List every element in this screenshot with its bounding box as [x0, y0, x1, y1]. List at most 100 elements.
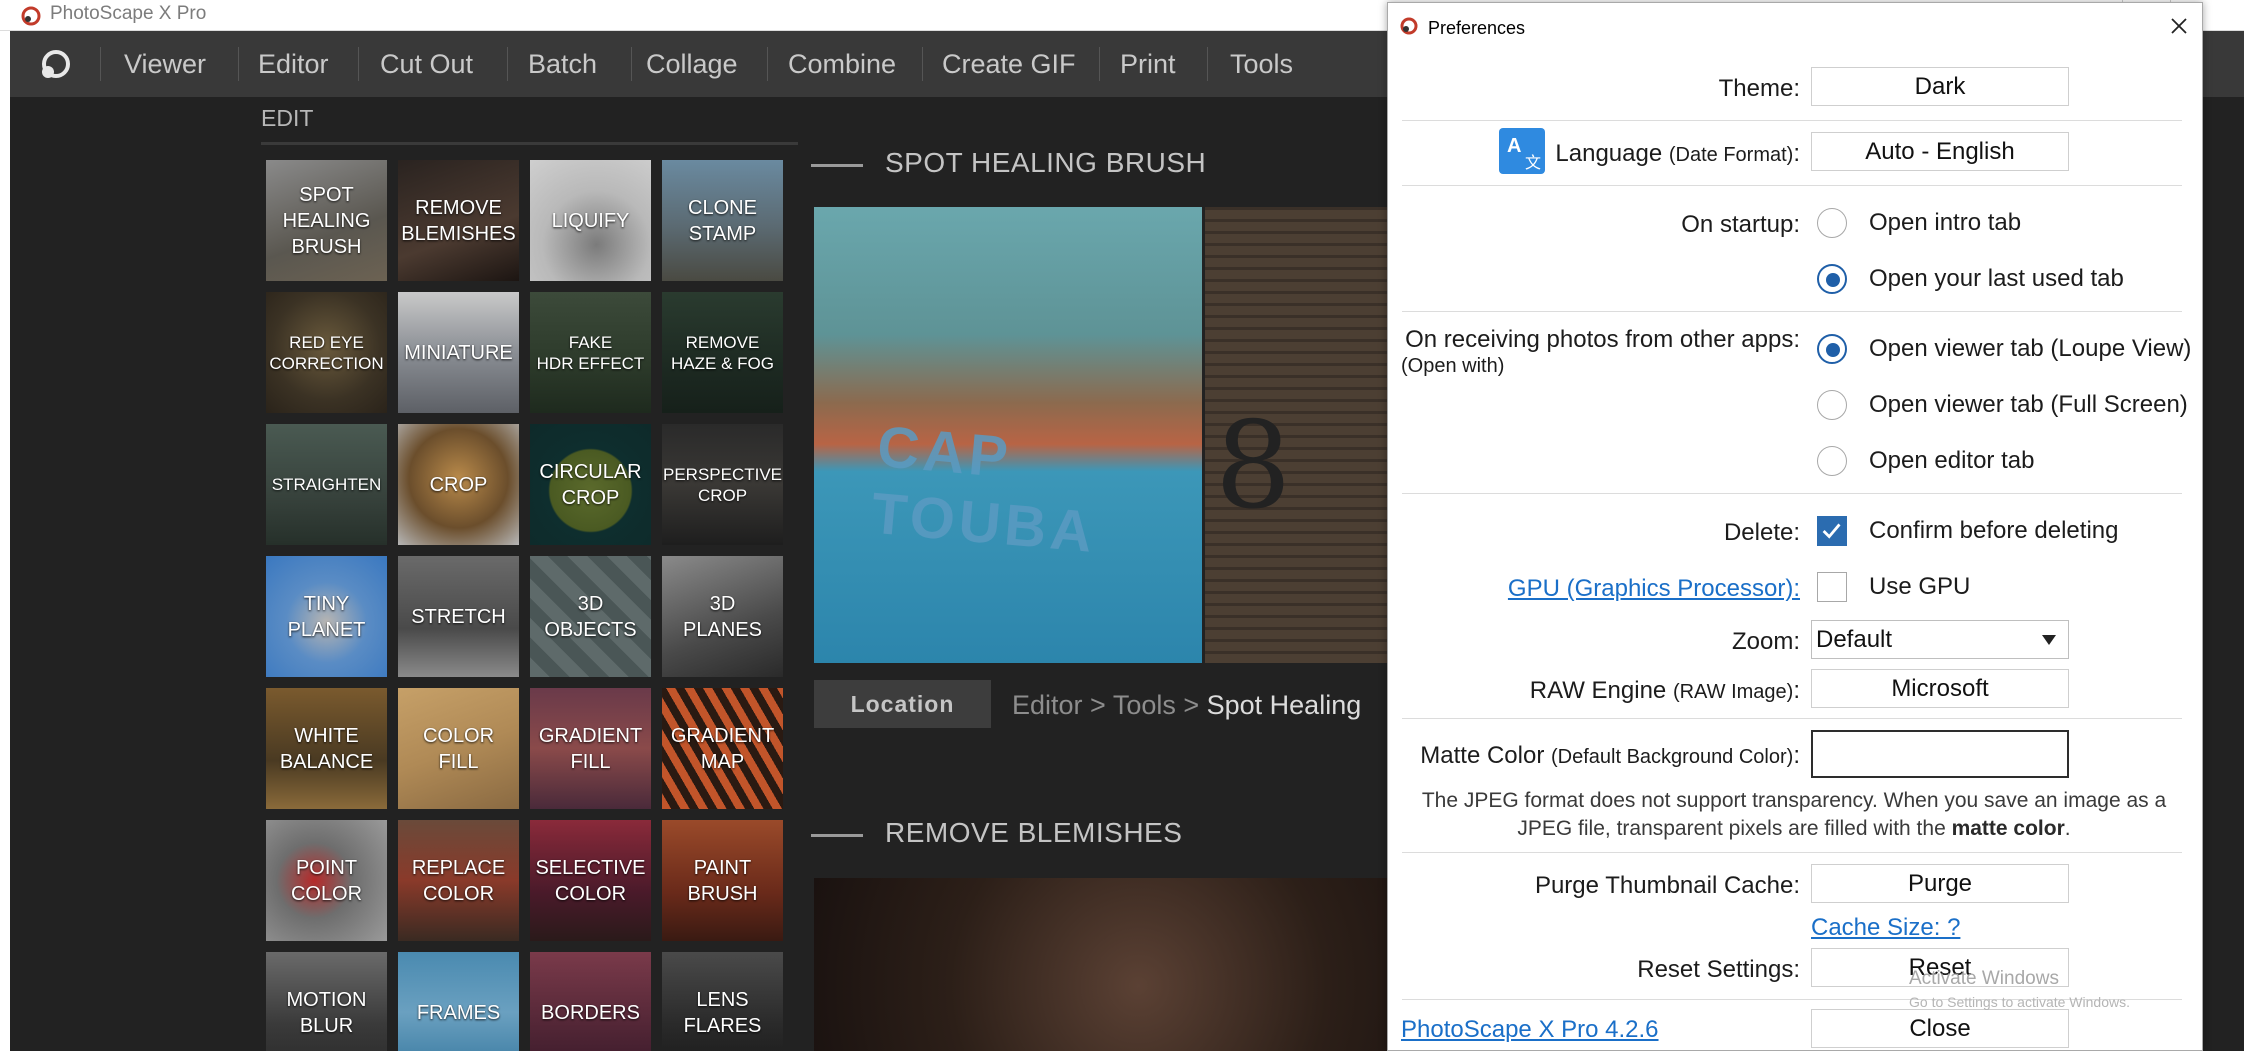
menu-separator [767, 47, 768, 81]
preview-boat-image: CAP TOUBA [814, 207, 1202, 663]
remove-blemishes-title: REMOVE BLEMISHES [885, 817, 1183, 848]
tile-paint-brush[interactable]: PAINT BRUSH [662, 820, 783, 941]
close-icon[interactable] [2166, 13, 2192, 39]
menu-cut-out[interactable]: Cut Out [380, 49, 473, 80]
menu-separator [358, 47, 359, 81]
checkbox[interactable] [1817, 572, 1847, 602]
menu-separator [922, 47, 923, 81]
radio-button-selected[interactable] [1817, 264, 1847, 294]
menu-separator [100, 47, 101, 81]
tile-straighten[interactable]: STRAIGHTEN [266, 424, 387, 545]
edit-divider [261, 142, 798, 145]
menu-separator [1207, 47, 1208, 81]
tile-perspective-crop[interactable]: PERSPECTIVE CROP [662, 424, 783, 545]
cache-size-link[interactable]: Cache Size: ? [1811, 914, 1960, 942]
location-path: Editor > Tools > Spot Healing [1012, 690, 1362, 720]
activate-windows-subtext: Go to Settings to activate Windows. [1909, 994, 2130, 1010]
delete-label: Delete: [1723, 519, 1800, 546]
spot-healing-title: SPOT HEALING BRUSH [885, 147, 1207, 178]
menu-batch[interactable]: Batch [528, 49, 597, 80]
menu-separator [631, 47, 632, 81]
menu-viewer[interactable]: Viewer [124, 49, 206, 80]
divider [1402, 311, 2182, 312]
tile-liquify[interactable]: LIQUIFY [530, 160, 651, 281]
tile-gradient-map[interactable]: GRADIENT MAP [662, 688, 783, 809]
tile-selective-color[interactable]: SELECTIVE COLOR [530, 820, 651, 941]
svg-text:A: A [1507, 135, 1521, 157]
tile-red-eye-correction[interactable]: RED EYE CORRECTION [266, 292, 387, 413]
svg-text:文: 文 [1525, 154, 1541, 172]
radio-button[interactable] [1817, 208, 1847, 238]
tile-spot-healing-brush[interactable]: SPOT HEALING BRUSH [266, 160, 387, 281]
location-label: Location [814, 680, 991, 728]
use-gpu-checkbox[interactable]: Use GPU [1817, 571, 1970, 603]
raw-engine-label: RAW Engine (RAW Image): [1529, 677, 1800, 704]
menu-tools[interactable]: Tools [1230, 49, 1293, 80]
spot-healing-preview-image: CAP TOUBA 8 [814, 207, 1404, 663]
startup-label: On startup: [1681, 211, 1800, 238]
edit-section-label: EDIT [261, 105, 314, 131]
translate-icon: A 文 [1499, 128, 1545, 174]
preferences-dialog: Preferences Theme: Dark A 文 Language (Da… [1387, 2, 2203, 1051]
tile-stretch[interactable]: STRETCH [398, 556, 519, 677]
section-dash [811, 164, 863, 167]
checkbox-checked[interactable] [1817, 516, 1847, 546]
menu-separator [507, 47, 508, 81]
tile-circular-crop[interactable]: CIRCULAR CROP [530, 424, 651, 545]
tile-lens-flares[interactable]: LENS FLARES [662, 952, 783, 1051]
tile-frames[interactable]: FRAMES [398, 952, 519, 1051]
tile-motion-blur[interactable]: MOTION BLUR [266, 952, 387, 1051]
menu-separator [238, 47, 239, 81]
tile-tiny-planet[interactable]: TINY PLANET [266, 556, 387, 677]
photoscape-logo-icon [1400, 17, 1418, 35]
startup-option-last-used-tab[interactable]: Open your last used tab [1817, 263, 2124, 295]
purge-button[interactable]: Purge [1811, 864, 2069, 903]
receiving-option-full-screen[interactable]: Open viewer tab (Full Screen) [1817, 389, 2188, 421]
menu-combine[interactable]: Combine [788, 49, 896, 80]
menu-print[interactable]: Print [1120, 49, 1176, 80]
menu-collage[interactable]: Collage [646, 49, 738, 80]
preview-wall-image: 8 [1205, 207, 1404, 663]
language-button[interactable]: Auto - English [1811, 132, 2069, 171]
zoom-label: Zoom: [1731, 628, 1800, 655]
version-link[interactable]: PhotoScape X Pro 4.2.6 [1401, 1016, 1659, 1044]
receiving-option-editor-tab[interactable]: Open editor tab [1817, 445, 2034, 477]
close-button[interactable]: Close [1811, 1009, 2069, 1048]
tile-color-fill[interactable]: COLOR FILL [398, 688, 519, 809]
theme-button[interactable]: Dark [1811, 67, 2069, 106]
tile-3d-planes[interactable]: 3D PLANES [662, 556, 783, 677]
menu-create-gif[interactable]: Create GIF [942, 49, 1076, 80]
home-logo-icon[interactable] [35, 45, 75, 85]
confirm-delete-checkbox[interactable]: Confirm before deleting [1817, 515, 2118, 547]
raw-engine-button[interactable]: Microsoft [1811, 669, 2069, 708]
tile-borders[interactable]: BORDERS [530, 952, 651, 1051]
tile-clone-stamp[interactable]: CLONE STAMP [662, 160, 783, 281]
tile-fake-hdr-effect[interactable]: FAKE HDR EFFECT [530, 292, 651, 413]
gpu-link[interactable]: GPU (Graphics Processor): [1508, 575, 1800, 603]
remove-blemishes-preview-image [814, 878, 1404, 1051]
matte-color-swatch[interactable] [1811, 730, 2069, 778]
zoom-dropdown[interactable]: Default [1811, 620, 2069, 659]
preferences-title-bar: Preferences [1388, 3, 2202, 49]
receiving-option-loupe-view[interactable]: Open viewer tab (Loupe View) [1817, 333, 2191, 365]
menu-editor[interactable]: Editor [258, 49, 329, 80]
tile-point-color[interactable]: POINT COLOR [266, 820, 387, 941]
radio-button[interactable] [1817, 390, 1847, 420]
tile-remove-blemishes[interactable]: REMOVE BLEMISHES [398, 160, 519, 281]
tile-gradient-fill[interactable]: GRADIENT FILL [530, 688, 651, 809]
menu-separator [1099, 47, 1100, 81]
startup-option-intro-tab[interactable]: Open intro tab [1817, 207, 2021, 239]
radio-button-selected[interactable] [1817, 334, 1847, 364]
activate-windows-watermark: Activate Windows [1909, 968, 2059, 989]
tile-3d-objects[interactable]: 3D OBJECTS [530, 556, 651, 677]
tile-remove-haze-fog[interactable]: REMOVE HAZE & FOG [662, 292, 783, 413]
app-title: PhotoScape X Pro [50, 3, 207, 24]
tile-replace-color[interactable]: REPLACE COLOR [398, 820, 519, 941]
tile-crop[interactable]: CROP [398, 424, 519, 545]
language-label: Language (Date Format): [1555, 140, 1800, 167]
radio-button[interactable] [1817, 446, 1847, 476]
divider [1402, 120, 2182, 121]
divider [1402, 493, 2182, 494]
tile-white-balance[interactable]: WHITE BALANCE [266, 688, 387, 809]
tile-miniature[interactable]: MINIATURE [398, 292, 519, 413]
